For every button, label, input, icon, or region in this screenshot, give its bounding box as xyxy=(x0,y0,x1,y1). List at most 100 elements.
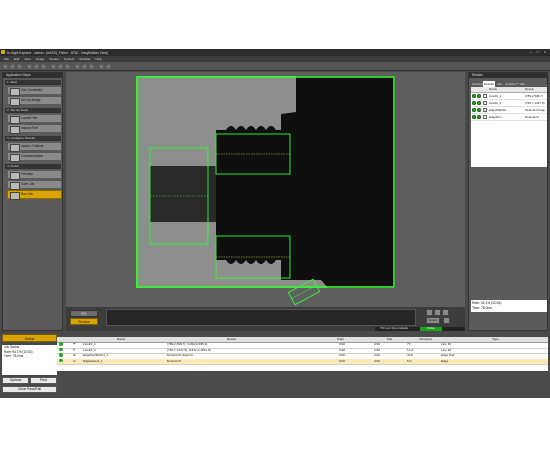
disk-icon xyxy=(10,182,20,190)
image-viewer[interactable] xyxy=(66,72,465,331)
pass-status-icon xyxy=(472,94,476,98)
filmstrip-step-button[interactable]: Filmstrip xyxy=(7,170,62,180)
row-name: EdgeDefect_1 xyxy=(83,358,103,363)
help-icon[interactable] xyxy=(106,63,111,69)
results-row[interactable]: EdgeDef... Defects=0 xyxy=(471,114,547,121)
results-stats: Rate: 94.1% (32/34) Time: 78.0ms xyxy=(472,301,502,311)
results-row[interactable]: LineFit_2 (765.7,1447.6) xyxy=(471,100,547,107)
new-job-icon[interactable] xyxy=(3,63,8,69)
row-type: Edge xyxy=(441,358,449,363)
communication-button[interactable]: Communication xyxy=(7,152,62,162)
inputs-outputs-label: Inputs / Outputs xyxy=(21,144,44,148)
save-job-label: Save Job xyxy=(21,182,35,186)
pass-status-icon xyxy=(472,108,476,112)
cut-icon[interactable] xyxy=(27,63,32,69)
palette-results-table: Name Result Pass Fail Time(ms) Type ⊢ Li… xyxy=(57,337,548,371)
filmstrip-timeline[interactable] xyxy=(106,309,416,326)
job-status-time: Time: 78.0ms xyxy=(4,354,24,359)
result-row-name: LineFit_1 xyxy=(489,94,502,98)
get-connected-label: Get Connected xyxy=(21,88,43,92)
filmstrip-prev-icon[interactable] xyxy=(426,309,433,316)
locate-part-button[interactable]: Locate Part xyxy=(7,114,62,124)
live-video-icon[interactable] xyxy=(58,63,63,69)
in-sight-explorer-window: In-Sight Explorer - admin - [is5705_Fish… xyxy=(0,49,550,398)
paste-icon[interactable] xyxy=(41,63,46,69)
inspection-image xyxy=(66,72,465,331)
close-button[interactable]: × xyxy=(542,49,548,55)
inputs-outputs-button[interactable]: Inputs / Outputs xyxy=(7,142,62,152)
filmstrip-next-icon[interactable] xyxy=(434,309,441,316)
pass-status-icon xyxy=(59,353,63,357)
row-time: 5.0 xyxy=(407,358,412,363)
open-job-icon[interactable] xyxy=(10,63,15,69)
job-status-box: Job Status Rate: 94.1% (32/34) Time: 78.… xyxy=(2,345,57,375)
linefit-tool-icon xyxy=(483,101,487,105)
pass-status-icon xyxy=(477,108,481,112)
pass-status-icon xyxy=(59,342,63,346)
filmstrip-record-icon[interactable] xyxy=(443,317,450,324)
window-title: In-Sight Explorer - admin - [is5705_Fish… xyxy=(7,50,108,55)
step-group-start: 1. Start xyxy=(5,80,61,85)
zoom-out-icon[interactable] xyxy=(82,63,87,69)
inspect-part-label: Inspect Part xyxy=(21,126,39,130)
locate-part-label: Locate Part xyxy=(21,116,38,120)
run-job-button[interactable]: Run Job xyxy=(7,190,62,200)
results-row[interactable]: LineFit_1 (789.2,508.7) xyxy=(471,93,547,100)
result-row-name: LineFit_2 xyxy=(489,101,502,105)
set-up-image-button[interactable]: Set Up Image xyxy=(7,96,62,106)
grid-icon[interactable] xyxy=(99,63,104,69)
row-pass: 0/10 xyxy=(339,358,346,363)
inspect-part-button[interactable]: Inspect Part xyxy=(7,124,62,134)
clear-pass-fail-button[interactable]: Clear Pass/Fail xyxy=(2,386,57,393)
get-connected-button[interactable]: Get Connected xyxy=(7,86,62,96)
filmstrip-icon xyxy=(10,172,20,180)
linefit-tool-icon xyxy=(483,94,487,98)
minimize-button[interactable]: – xyxy=(528,49,534,55)
result-row-name: EdgePairDef... xyxy=(489,108,509,112)
pass-status-icon xyxy=(472,115,476,119)
freeze-button[interactable]: Freeze xyxy=(426,317,440,324)
sensor-mode-button[interactable]: Sensor xyxy=(70,318,98,325)
communication-label: Communication xyxy=(21,154,44,158)
application-steps-header: Application Steps xyxy=(3,73,62,78)
pass-status-icon xyxy=(59,347,63,351)
image-icon xyxy=(10,98,20,106)
trigger-icon[interactable] xyxy=(51,63,56,69)
results-list: Name Result LineFit_1 (789.2,508.7) Line… xyxy=(471,87,547,167)
pass-status-icon xyxy=(477,115,481,119)
edge-tool-icon xyxy=(483,115,487,119)
options-button[interactable]: Options xyxy=(2,377,29,384)
copy-icon[interactable] xyxy=(34,63,39,69)
save-job-icon[interactable] xyxy=(17,63,22,69)
result-row-value: (789.2,508.7) xyxy=(525,94,543,98)
online-button[interactable]: Online xyxy=(2,334,57,342)
result-row-name: EdgeDef... xyxy=(489,115,504,119)
results-row[interactable]: EdgePairDef... Defects=0 Gap xyxy=(471,107,547,114)
camera-icon xyxy=(10,88,20,96)
zoom-fit-icon[interactable] xyxy=(89,63,94,69)
pc-mode-button[interactable]: PC xyxy=(70,310,98,317)
online-toggle-icon[interactable] xyxy=(65,63,70,69)
io-icon xyxy=(10,144,20,152)
edge-pair-tool-icon xyxy=(483,108,487,112)
run-job-label: Run Job xyxy=(21,192,33,196)
save-job-button[interactable]: Save Job xyxy=(7,180,62,190)
results-col-result: Result xyxy=(525,87,534,91)
network-icon xyxy=(10,154,20,162)
result-row-value: (765.7,1447.6) xyxy=(525,101,545,105)
print-button[interactable]: Print xyxy=(30,377,57,384)
step-group-configure-results: 3. Configure Results xyxy=(5,136,61,141)
result-row-value: Defects=0 xyxy=(525,115,539,119)
filmstrip-play-icon[interactable] xyxy=(442,309,449,316)
results-panel: Results Filmstrip Results Job TestRun™ I… xyxy=(468,72,548,331)
maximize-button[interactable]: □ xyxy=(535,49,541,55)
result-row-value: Defects=0 Gap xyxy=(525,108,546,112)
row-fail: 2/10 xyxy=(374,358,381,363)
results-time: Time: 78.0ms xyxy=(472,306,492,310)
step-group-setup-tools: 2. Set Up Tools xyxy=(5,108,61,113)
table-row-selected[interactable]: ⊟ EdgeDefect_1 Defects=0 0/10 2/10 5.0 E… xyxy=(57,358,548,365)
pass-status-icon xyxy=(477,94,481,98)
results-header: Results xyxy=(469,73,547,78)
set-up-image-label: Set Up Image xyxy=(21,98,41,102)
zoom-in-icon[interactable] xyxy=(75,63,80,69)
